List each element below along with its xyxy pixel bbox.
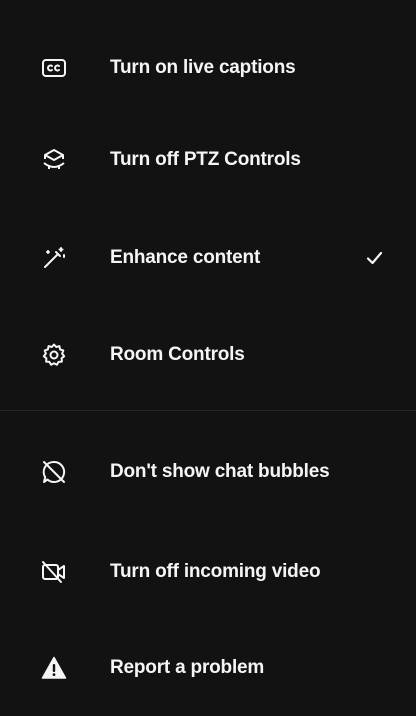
menu-item-label: Turn off PTZ Controls — [110, 149, 301, 170]
magic-wand-icon — [40, 244, 68, 272]
chat-bubble-off-icon — [40, 458, 68, 486]
gear-icon — [40, 341, 68, 369]
closed-captions-icon — [40, 54, 68, 82]
more-options-menu: Turn on live captions Turn off PTZ Contr… — [0, 0, 416, 716]
menu-item-label: Room Controls — [110, 344, 245, 365]
menu-item-live-captions[interactable]: Turn on live captions — [0, 40, 416, 96]
menu-item-ptz-controls[interactable]: Turn off PTZ Controls — [0, 132, 416, 188]
ptz-camera-icon — [40, 146, 68, 174]
menu-item-incoming-video[interactable]: Turn off incoming video — [0, 544, 416, 600]
menu-item-report-problem[interactable]: Report a problem — [0, 640, 416, 696]
menu-item-enhance-content[interactable]: Enhance content — [0, 230, 416, 286]
menu-item-label: Enhance content — [110, 247, 261, 268]
menu-item-chat-bubbles[interactable]: Don't show chat bubbles — [0, 444, 416, 500]
warning-icon — [40, 654, 68, 682]
menu-divider — [0, 410, 416, 411]
menu-item-label: Report a problem — [110, 657, 265, 678]
menu-item-room-controls[interactable]: Room Controls — [0, 327, 416, 383]
menu-item-label: Don't show chat bubbles — [110, 461, 330, 482]
checkmark-icon — [364, 248, 384, 268]
menu-item-label: Turn on live captions — [110, 57, 296, 78]
video-off-icon — [40, 558, 68, 586]
menu-item-label: Turn off incoming video — [110, 561, 321, 582]
